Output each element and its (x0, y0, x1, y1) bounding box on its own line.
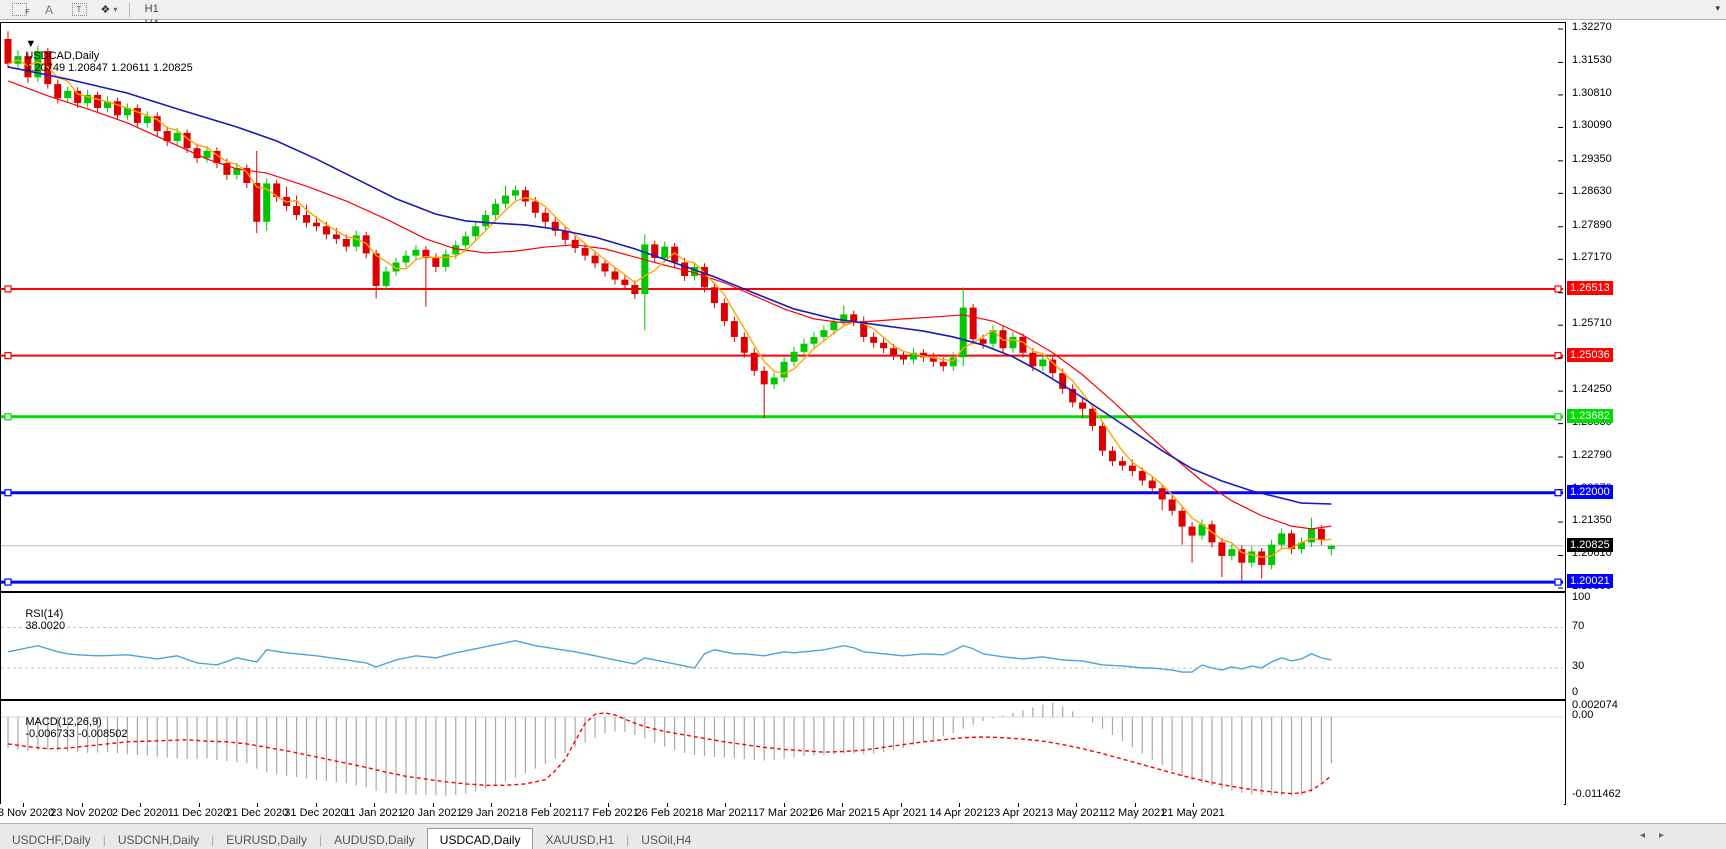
date-label: 3 May 2021 (1047, 807, 1105, 819)
date-axis[interactable]: 13 Nov 202023 Nov 20202 Dec 202011 Dec 2… (0, 803, 1564, 822)
rsi-panel[interactable]: RSI(14) 38.0020 (0, 592, 1566, 700)
tab-usoil[interactable]: USOil,H4 (629, 830, 703, 849)
main-chart-panel[interactable]: ▼ USDCAD,Daily 1.20749 1.20847 1.20611 1… (0, 22, 1566, 592)
macd-title: MACD(12,26,9) -0.006733 -0.008502 (7, 704, 128, 752)
price-tick-label: 1.22790 (1572, 449, 1612, 462)
rsi-tick-label: 30 (1572, 660, 1585, 672)
tab-usdchf[interactable]: USDCHF,Daily (0, 830, 103, 849)
rsi-tick-label: 100 (1572, 591, 1591, 603)
price-tick-label: 1.31530 (1572, 54, 1612, 67)
chart-title: ▼ USDCAD,Daily 1.20749 1.20847 1.20611 1… (7, 26, 193, 86)
date-label: 8 Mar 2021 (697, 807, 753, 819)
rsi-chart[interactable] (1, 593, 1563, 697)
price-tick-label: 1.30090 (1572, 119, 1612, 132)
rsi-indicator-name: RSI(14) (25, 608, 64, 620)
hline-price-chip: 1.26513 (1567, 280, 1613, 295)
date-label: 23 Nov 2020 (50, 807, 113, 819)
date-label: 26 Feb 2021 (635, 807, 698, 819)
price-tick-label: 1.32270 (1572, 21, 1612, 33)
price-tick-label: 1.27890 (1572, 218, 1612, 231)
hline-price-chip: 1.25036 (1567, 347, 1613, 362)
macd-indicator-name: MACD(12,26,9) (25, 716, 102, 728)
rsi-indicator-value: 38.0020 (25, 620, 66, 632)
price-tick-label: 1.29350 (1572, 152, 1612, 165)
tab-scroll-arrows[interactable]: ◂▸ (1640, 830, 1678, 841)
text-label-icon[interactable]: T (66, 2, 92, 17)
toolbar-separator (129, 2, 130, 17)
date-label: 17 Mar 2021 (752, 807, 815, 819)
hline-price-chip: 1.23682 (1567, 408, 1613, 423)
chart-symbol-period: USDCAD,Daily (25, 50, 100, 62)
macd-chart[interactable] (1, 701, 1563, 802)
price-tick-label: 1.21350 (1572, 514, 1612, 527)
hline-price-chip: 1.22000 (1567, 484, 1613, 499)
grid-f-icon[interactable]: F (6, 2, 32, 17)
toolbar: F A T ❖▾ M1M5M15M30H1H4D1W1MN ▾ (0, 0, 1726, 76)
date-label: 23 Apr 2021 (987, 807, 1048, 819)
date-label: 17 Feb 2021 (577, 807, 639, 819)
date-label: 31 Dec 2020 (284, 807, 347, 819)
date-label: 11 Jan 2021 (344, 807, 404, 819)
price-tick-label: 1.25710 (1572, 317, 1612, 330)
date-label: 13 Nov 2020 (0, 807, 55, 819)
hline-price-chip: 1.20021 (1567, 574, 1613, 589)
grid-f-icon-box: F (11, 3, 30, 16)
macd-tick-label: 0.00 (1572, 709, 1594, 721)
timeframe-button-h1[interactable]: H1 (137, 2, 166, 17)
date-label: 2 Dec 2020 (111, 807, 169, 819)
price-tick-label: 1.28630 (1572, 185, 1612, 198)
macd-panel[interactable]: MACD(12,26,9) -0.006733 -0.008502 (0, 700, 1566, 805)
price-tick-label: 1.24250 (1572, 383, 1612, 396)
date-label: 21 Dec 2020 (225, 807, 289, 819)
font-icon[interactable]: A (36, 2, 62, 17)
price-tick-label: 1.27170 (1572, 251, 1612, 264)
tab-usdcad[interactable]: USDCAD,Daily (426, 828, 534, 849)
date-label: 8 Feb 2021 (521, 807, 578, 819)
date-label: 11 Dec 2020 (167, 807, 230, 819)
text-label-icon-box: T (71, 3, 87, 16)
date-label: 20 Jan 2021 (402, 807, 463, 819)
price-tick-label: 1.30810 (1572, 86, 1612, 99)
toolbar-overflow-icon[interactable]: ▾ (1715, 3, 1720, 14)
rsi-tick-label: 70 (1572, 619, 1585, 632)
objects-arrows-icon[interactable]: ❖ ▾ (96, 2, 122, 17)
tab-eurusd[interactable]: EURUSD,Daily (214, 830, 319, 849)
chart-tab-bar: USDCHF,Daily | USDCNH,Daily | EURUSD,Daily | A… (0, 823, 1726, 849)
macd-tick-label: -0.011462 (1572, 788, 1621, 801)
date-label: 12 May 2021 (1102, 807, 1167, 819)
date-label: 14 Apr 2021 (929, 807, 989, 819)
date-label: 21 May 2021 (1161, 807, 1225, 819)
macd-indicator-values: -0.006733 -0.008502 (25, 728, 128, 740)
date-label: 5 Apr 2021 (873, 807, 928, 819)
tab-usdcnh[interactable]: USDCNH,Daily (106, 830, 211, 849)
chart-ohlc-values: 1.20749 1.20847 1.20611 1.20825 (25, 62, 193, 74)
tab-xauusd[interactable]: XAUUSD,H1 (533, 830, 626, 849)
chart-title-collapse-icon[interactable]: ▼ (25, 38, 36, 50)
candlestick-chart[interactable] (1, 23, 1563, 589)
tab-audusd[interactable]: AUDUSD,Daily (322, 830, 427, 849)
rsi-tick-label: 0 (1572, 686, 1579, 698)
date-label: 26 Mar 2021 (811, 807, 873, 819)
current-price-chip: 1.20825 (1567, 537, 1613, 552)
mt4-window: F A T ❖▾ M1M5M15M30H1H4D1W1MN ▾ ▼ USDCAD… (0, 0, 1726, 849)
date-label: 29 Jan 2021 (460, 807, 522, 819)
rsi-title: RSI(14) 38.0020 (7, 596, 66, 644)
